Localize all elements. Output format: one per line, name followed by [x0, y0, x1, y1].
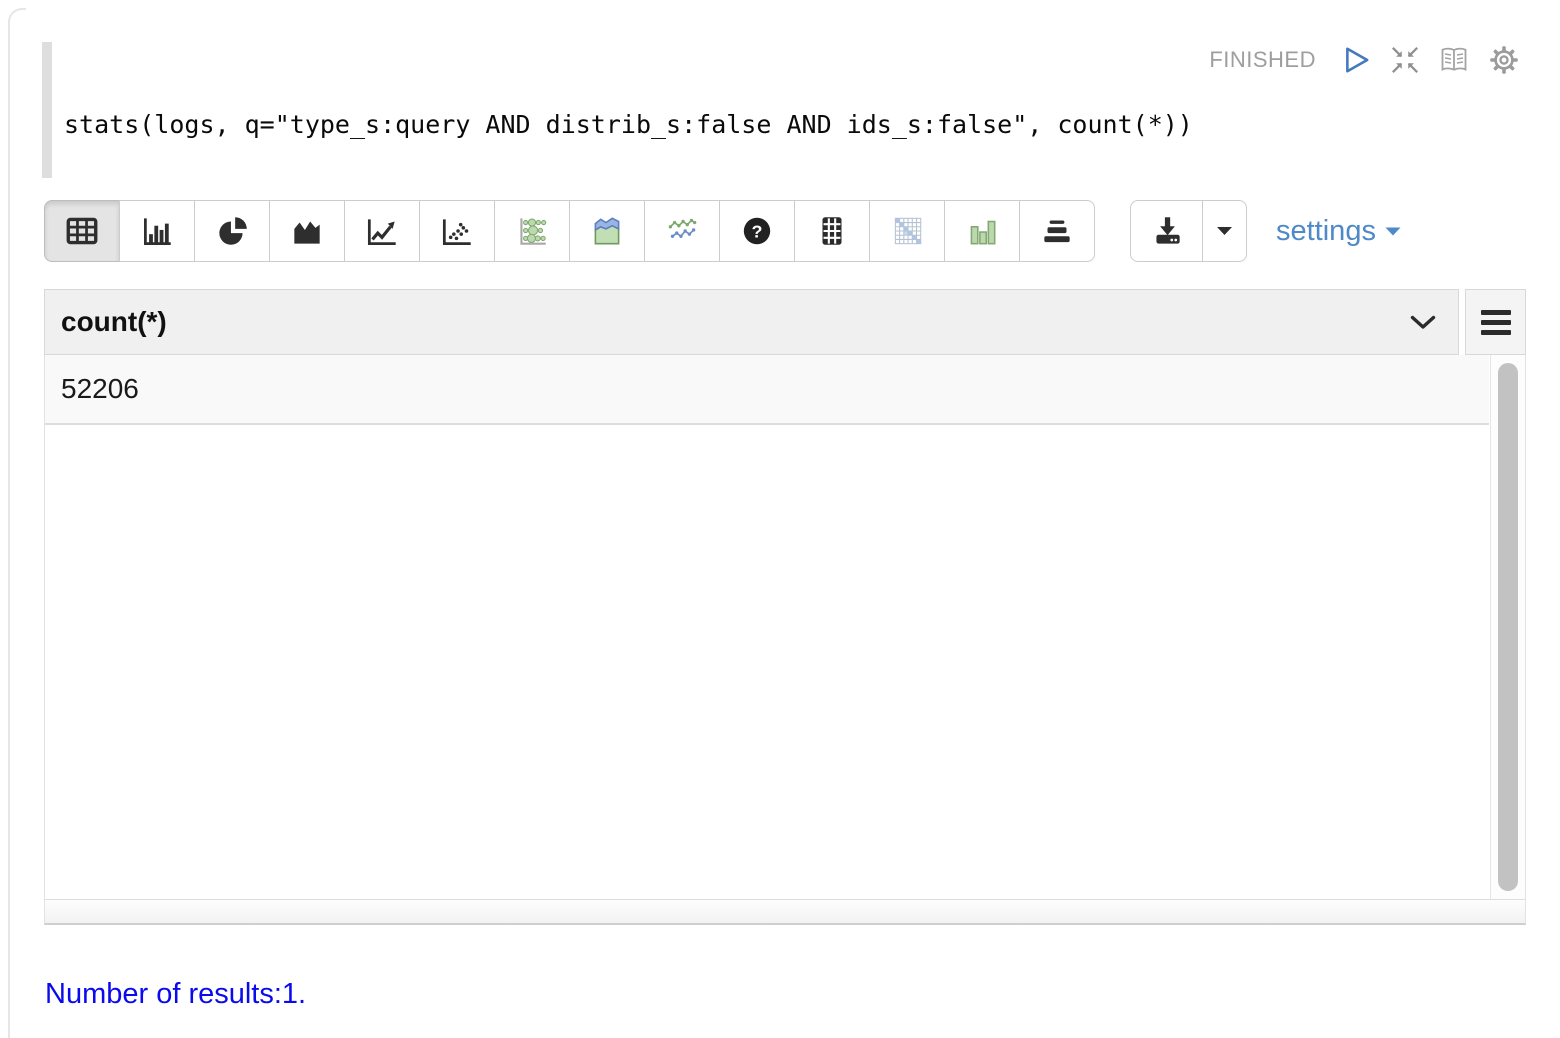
code-editor[interactable]: stats(logs, q="type_s:query AND distrib_…	[64, 110, 1193, 139]
download-icon	[1148, 212, 1186, 250]
caret-down-icon	[1385, 227, 1401, 236]
horizontal-scrollbar[interactable]	[45, 899, 1525, 923]
table-column-header[interactable]: count(*)	[44, 289, 1459, 355]
table-view-button[interactable]	[44, 200, 120, 262]
table-menu-button[interactable]	[1465, 289, 1526, 355]
results-count-text: Number of results:1.	[45, 978, 306, 1011]
zeppelin-paragraph: FINISHED	[0, 0, 1560, 1038]
gear-icon	[1488, 44, 1520, 76]
download-button[interactable]	[1130, 200, 1203, 262]
pie-chart-icon	[213, 212, 251, 250]
download-split-button	[1131, 200, 1247, 262]
book-icon	[1438, 44, 1470, 76]
run-paragraph-button[interactable]	[1342, 45, 1372, 75]
bar-chart-icon	[138, 212, 176, 250]
funnel-chart-button[interactable]	[1019, 200, 1095, 262]
green-bars-icon	[963, 212, 1001, 250]
svg-text:?: ?	[752, 221, 763, 241]
chart-type-toolbar: ?	[44, 200, 1095, 262]
editor-gutter-bar	[42, 42, 52, 178]
bubble-chart-icon	[513, 212, 551, 250]
heatmap-icon	[888, 212, 926, 250]
pie-chart-button[interactable]	[194, 200, 270, 262]
play-icon	[1342, 45, 1372, 75]
show-editor-button[interactable]	[1438, 44, 1470, 76]
chevron-down-icon[interactable]	[1410, 315, 1436, 330]
paragraph-settings-button[interactable]	[1488, 44, 1520, 76]
caret-down-icon	[1216, 226, 1233, 236]
table-body-rows: 52206	[45, 355, 1489, 899]
table-body: 52206	[44, 355, 1526, 925]
bubble-chart-button[interactable]	[494, 200, 570, 262]
column-header-label: count(*)	[61, 306, 1410, 338]
collapse-output-button[interactable]	[1390, 45, 1420, 75]
status-badge: FINISHED	[1209, 47, 1316, 73]
paragraph-border	[8, 8, 26, 1038]
help-icon: ?	[738, 212, 776, 250]
multi-line-chart-button[interactable]	[644, 200, 720, 262]
table-icon	[63, 212, 101, 250]
stacked-area-icon	[588, 212, 626, 250]
vertical-scrollbar-thumb[interactable]	[1498, 363, 1518, 891]
download-options-button[interactable]	[1202, 200, 1247, 262]
stacked-area-chart-button[interactable]	[569, 200, 645, 262]
scatter-chart-icon	[438, 212, 476, 250]
table-row: 52206	[45, 355, 1489, 425]
pivot-grid-icon	[813, 212, 851, 250]
bar-chart-button[interactable]	[119, 200, 195, 262]
scatter-chart-button[interactable]	[419, 200, 495, 262]
display-controls: ?	[44, 200, 1560, 262]
table-cell: 52206	[45, 373, 139, 405]
settings-toggle[interactable]: settings	[1276, 215, 1401, 248]
help-button[interactable]: ?	[719, 200, 795, 262]
hamburger-icon	[1481, 310, 1511, 315]
heatmap-button[interactable]	[869, 200, 945, 262]
collapse-icon	[1390, 45, 1420, 75]
multi-line-icon	[663, 212, 701, 250]
line-chart-button[interactable]	[344, 200, 420, 262]
line-chart-icon	[363, 212, 401, 250]
settings-label: settings	[1276, 215, 1376, 248]
column-chart-button[interactable]	[944, 200, 1020, 262]
horizontal-bars-icon	[1038, 212, 1076, 250]
area-chart-icon	[288, 212, 326, 250]
area-chart-button[interactable]	[269, 200, 345, 262]
paragraph-status-bar: FINISHED	[1209, 44, 1520, 76]
vertical-scrollbar[interactable]	[1490, 355, 1525, 899]
pivot-table-button[interactable]	[794, 200, 870, 262]
